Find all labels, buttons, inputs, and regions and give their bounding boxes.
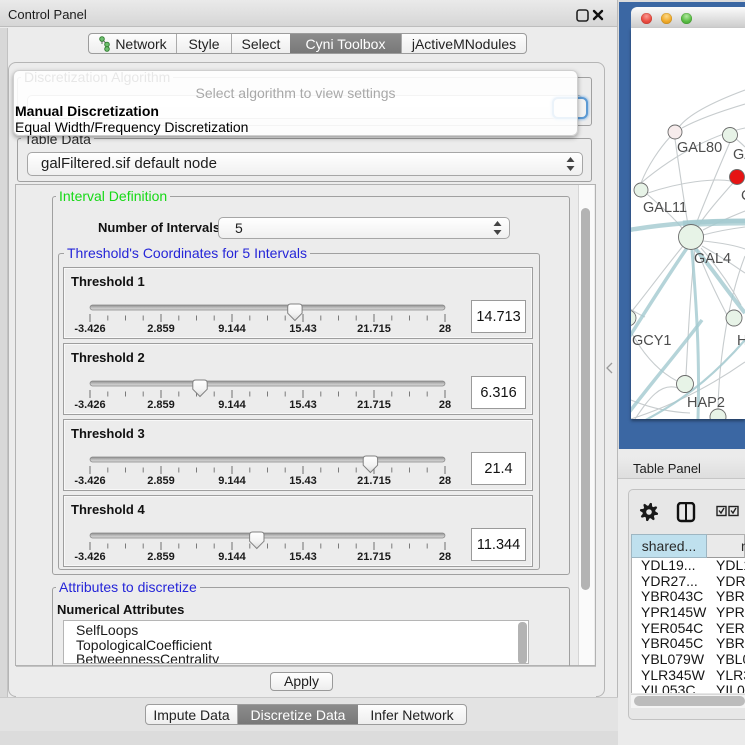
- svg-text:15.43: 15.43: [289, 323, 317, 335]
- svg-text:GAL11: GAL11: [643, 200, 687, 216]
- svg-text:2.859: 2.859: [147, 399, 175, 411]
- svg-text:GA: GA: [733, 147, 745, 163]
- svg-text:2.859: 2.859: [147, 323, 175, 335]
- svg-text:9.144: 9.144: [218, 399, 246, 411]
- svg-text:28: 28: [439, 399, 451, 411]
- svg-text:GAL4: GAL4: [694, 251, 731, 267]
- svg-text:21.715: 21.715: [357, 399, 391, 411]
- svg-text:HAP2: HAP2: [687, 395, 725, 411]
- svg-text:-3.426: -3.426: [74, 551, 105, 563]
- svg-text:21.715: 21.715: [357, 323, 391, 335]
- svg-text:28: 28: [439, 323, 451, 335]
- svg-text:9.144: 9.144: [218, 475, 246, 487]
- svg-text:21.715: 21.715: [357, 551, 391, 563]
- svg-text:9.144: 9.144: [218, 551, 246, 563]
- svg-text:28: 28: [439, 475, 451, 487]
- svg-text:GAL80: GAL80: [677, 140, 722, 156]
- svg-text:GCY1: GCY1: [632, 333, 672, 349]
- svg-text:2.859: 2.859: [147, 551, 175, 563]
- svg-text:9.144: 9.144: [218, 323, 246, 335]
- svg-text:15.43: 15.43: [289, 475, 317, 487]
- svg-text:2.859: 2.859: [147, 475, 175, 487]
- svg-text:-3.426: -3.426: [74, 399, 105, 411]
- svg-text:-3.426: -3.426: [74, 323, 105, 335]
- svg-text:-3.426: -3.426: [74, 475, 105, 487]
- svg-text:H: H: [737, 333, 745, 349]
- svg-text:15.43: 15.43: [289, 399, 317, 411]
- svg-text:21.715: 21.715: [357, 475, 391, 487]
- svg-text:C: C: [741, 188, 745, 204]
- svg-text:28: 28: [439, 551, 451, 563]
- svg-text:15.43: 15.43: [289, 551, 317, 563]
